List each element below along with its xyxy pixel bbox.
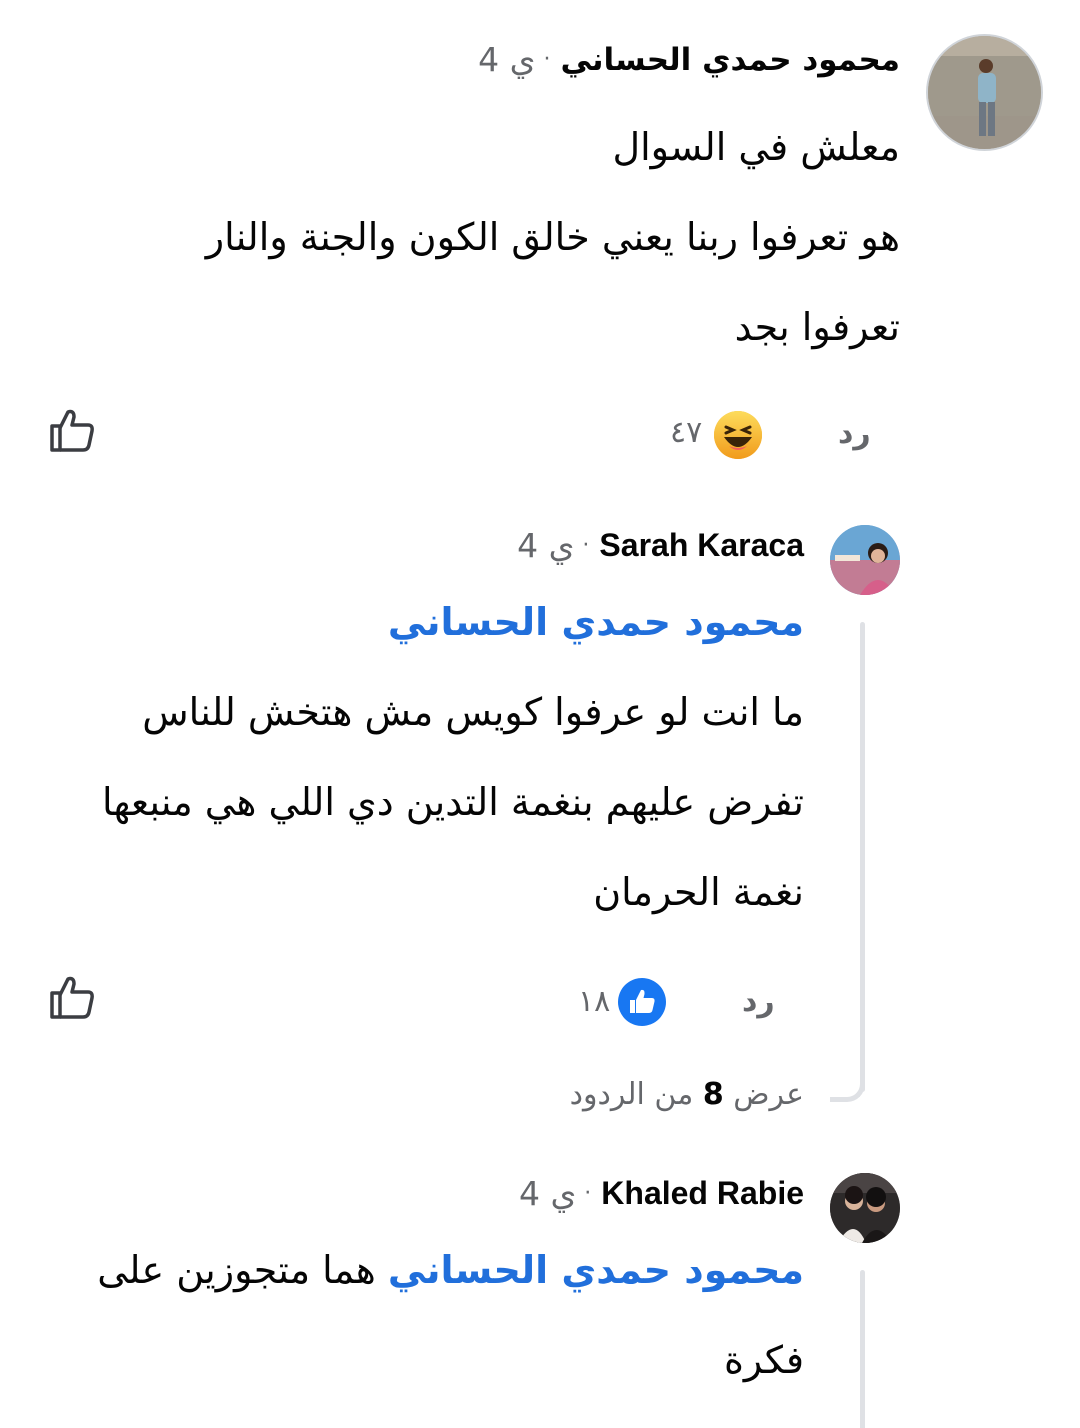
commenter-avatar[interactable]: [926, 34, 1043, 151]
thread-line: [860, 622, 865, 1092]
comment-time[interactable]: 4 ي: [478, 40, 535, 79]
comment-text-line: فكرة: [723, 1338, 804, 1382]
like-reaction-icon[interactable]: [617, 977, 667, 1027]
separator-dot: ·: [582, 533, 590, 558]
comment-author[interactable]: Sarah Karaca: [599, 527, 804, 564]
view-replies-count: 8: [702, 1077, 724, 1112]
reaction-count[interactable]: ١٨: [578, 984, 610, 1019]
thread-line-curve: [830, 1078, 865, 1102]
reply-button[interactable]: رد: [838, 416, 871, 451]
separator-dot: ·: [584, 1181, 592, 1206]
comment-text-line: تفرض عليهم بنغمة التدين دي اللي هي منبعه…: [101, 780, 804, 824]
thread-line: [860, 1270, 865, 1428]
like-icon[interactable]: [48, 406, 96, 454]
comment-author[interactable]: محمود حمدي الحساني: [561, 42, 901, 78]
comment-time[interactable]: 4 ي: [519, 1174, 576, 1213]
view-replies-prefix: عرض: [733, 1077, 804, 1112]
comment-text-line: محمود حمدي الحساني هما متجوزين على: [97, 1248, 804, 1292]
haha-reaction-icon[interactable]: [713, 410, 763, 460]
mention-link[interactable]: محمود حمدي الحساني: [388, 600, 804, 644]
comment-text-line: معلش في السوال: [612, 125, 900, 169]
comment-header: Khaled Rabie · 4 ي: [519, 1174, 804, 1213]
view-replies-link[interactable]: عرض 8 من الردود: [570, 1077, 804, 1112]
comment-text-line: ما انت لو عرفوا كويس مش هتخش للناس: [142, 690, 804, 734]
comment-meta: · 4 ي: [478, 40, 550, 79]
comment-text-fragment: هما متجوزين على: [97, 1248, 376, 1292]
comment-text-line: هو تعرفوا ربنا يعني خالق الكون والجنة وا…: [205, 215, 900, 259]
separator-dot: ·: [543, 47, 551, 72]
comment-time[interactable]: 4 ي: [517, 526, 574, 565]
comment-meta: · 4 ي: [517, 526, 589, 565]
comment-meta: · 4 ي: [519, 1174, 591, 1213]
view-replies-suffix: من الردود: [569, 1077, 694, 1112]
like-icon[interactable]: [48, 973, 96, 1021]
commenter-avatar[interactable]: [830, 1173, 900, 1243]
reply-button[interactable]: رد: [742, 984, 775, 1019]
comment-header: محمود حمدي الحساني · 4 ي: [478, 40, 900, 79]
commenter-avatar[interactable]: [830, 525, 900, 595]
comment-text-line: تعرفوا بجد: [734, 305, 900, 349]
comment-header: Sarah Karaca · 4 ي: [517, 526, 804, 565]
reaction-count[interactable]: ٤٧: [670, 415, 702, 450]
mention-link[interactable]: محمود حمدي الحساني: [388, 1248, 804, 1292]
comment-author[interactable]: Khaled Rabie: [601, 1175, 804, 1212]
comment-text-line: نغمة الحرمان: [593, 870, 804, 914]
